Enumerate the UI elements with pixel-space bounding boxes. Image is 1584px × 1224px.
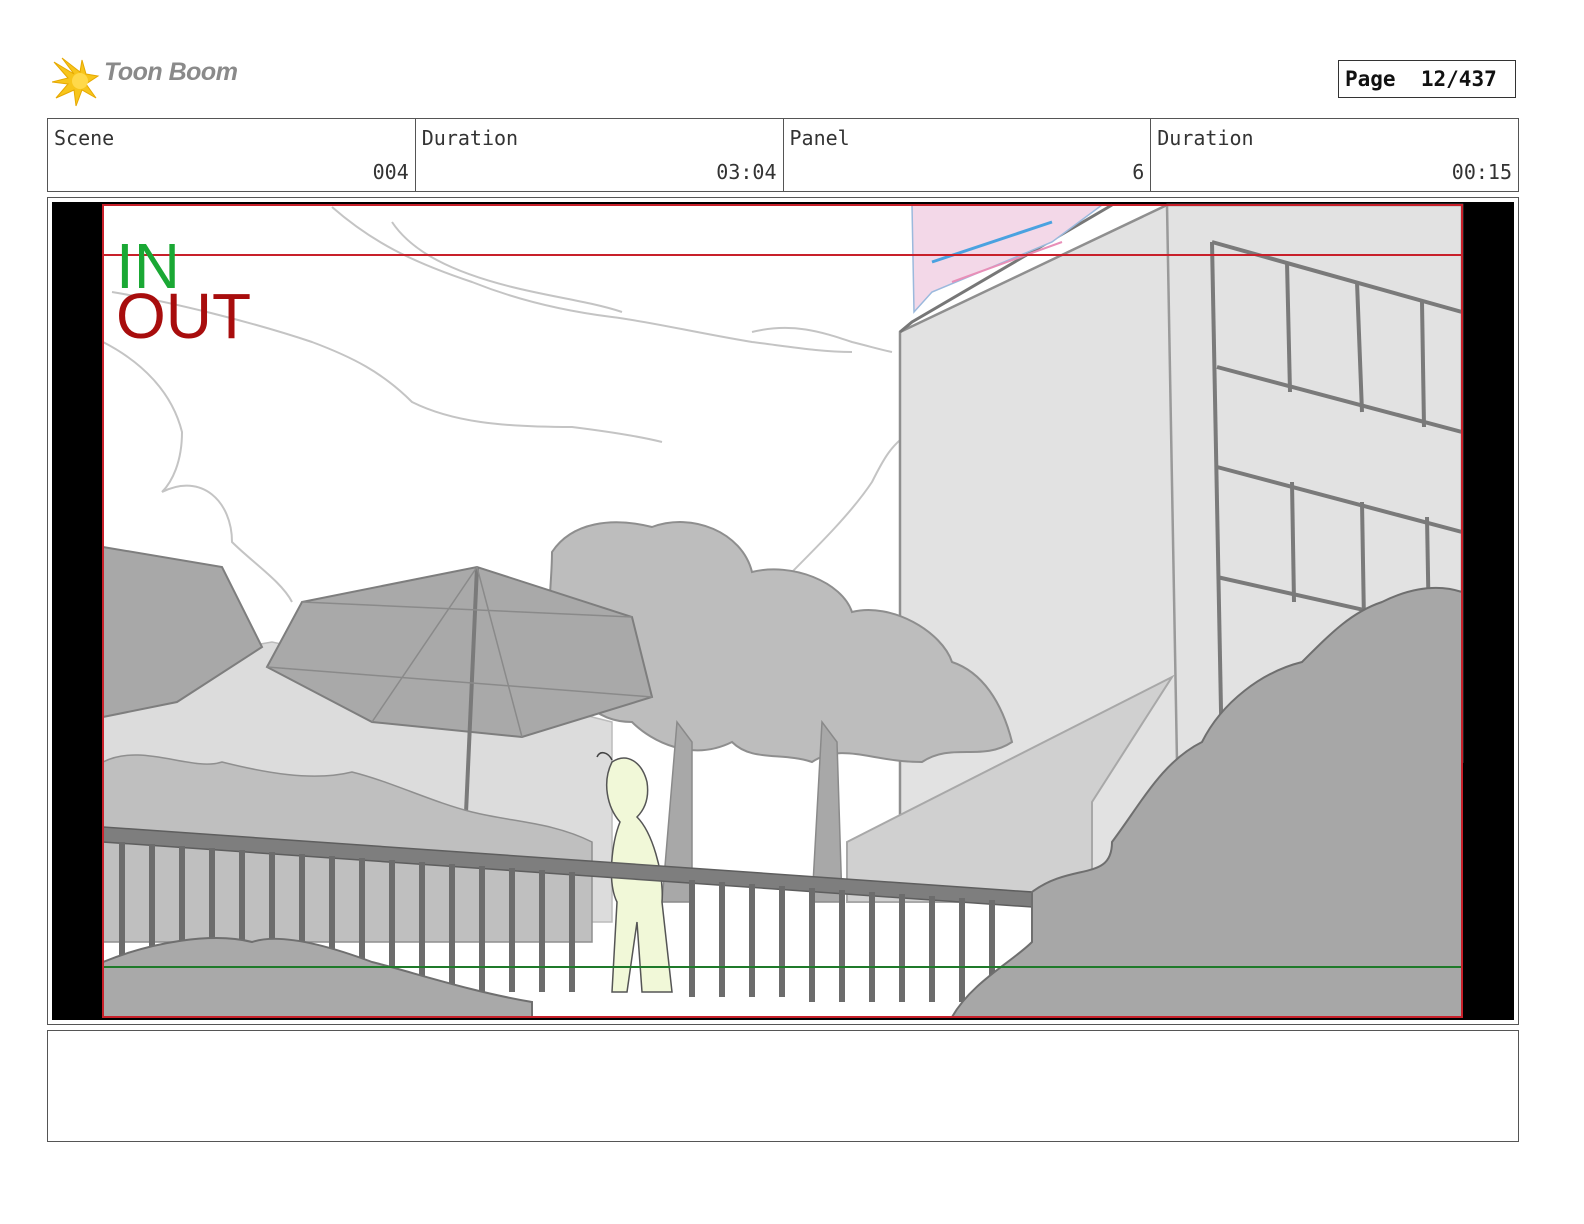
logo-text: Toon Boom [104, 58, 238, 86]
page-number: 12/437 [1420, 67, 1497, 91]
panel-label: Panel [789, 126, 850, 150]
toon-boom-logo: Toon Boom [52, 54, 252, 108]
starburst-logo-icon [52, 57, 100, 107]
scene-duration-cell: Duration 03:04 [414, 119, 783, 191]
panel-duration-cell: Duration 00:15 [1150, 119, 1518, 191]
panel-drawing: IN OUT [102, 203, 1464, 1018]
scene-label: Scene [54, 126, 115, 150]
panel-value: 6 [1132, 160, 1145, 184]
page-indicator: Page 12/437 [1338, 60, 1516, 98]
scene-value: 004 [372, 160, 409, 184]
panel-duration-label: Duration [1157, 126, 1254, 150]
panel-notes-box[interactable] [47, 1030, 1519, 1142]
storyboard-panel-image: IN OUT [52, 202, 1514, 1020]
out-marker: OUT [116, 280, 251, 352]
scene-duration-label: Duration [421, 126, 519, 150]
scene-info-table: Scene 004 Duration 03:04 Panel 6 Duratio… [47, 118, 1519, 192]
panel-duration-value: 00:15 [1451, 160, 1512, 184]
panel-cell: Panel 6 [782, 119, 1151, 191]
scene-duration-value: 03:04 [716, 160, 777, 184]
page-label: Page [1345, 67, 1396, 91]
scene-cell: Scene 004 [48, 119, 415, 191]
